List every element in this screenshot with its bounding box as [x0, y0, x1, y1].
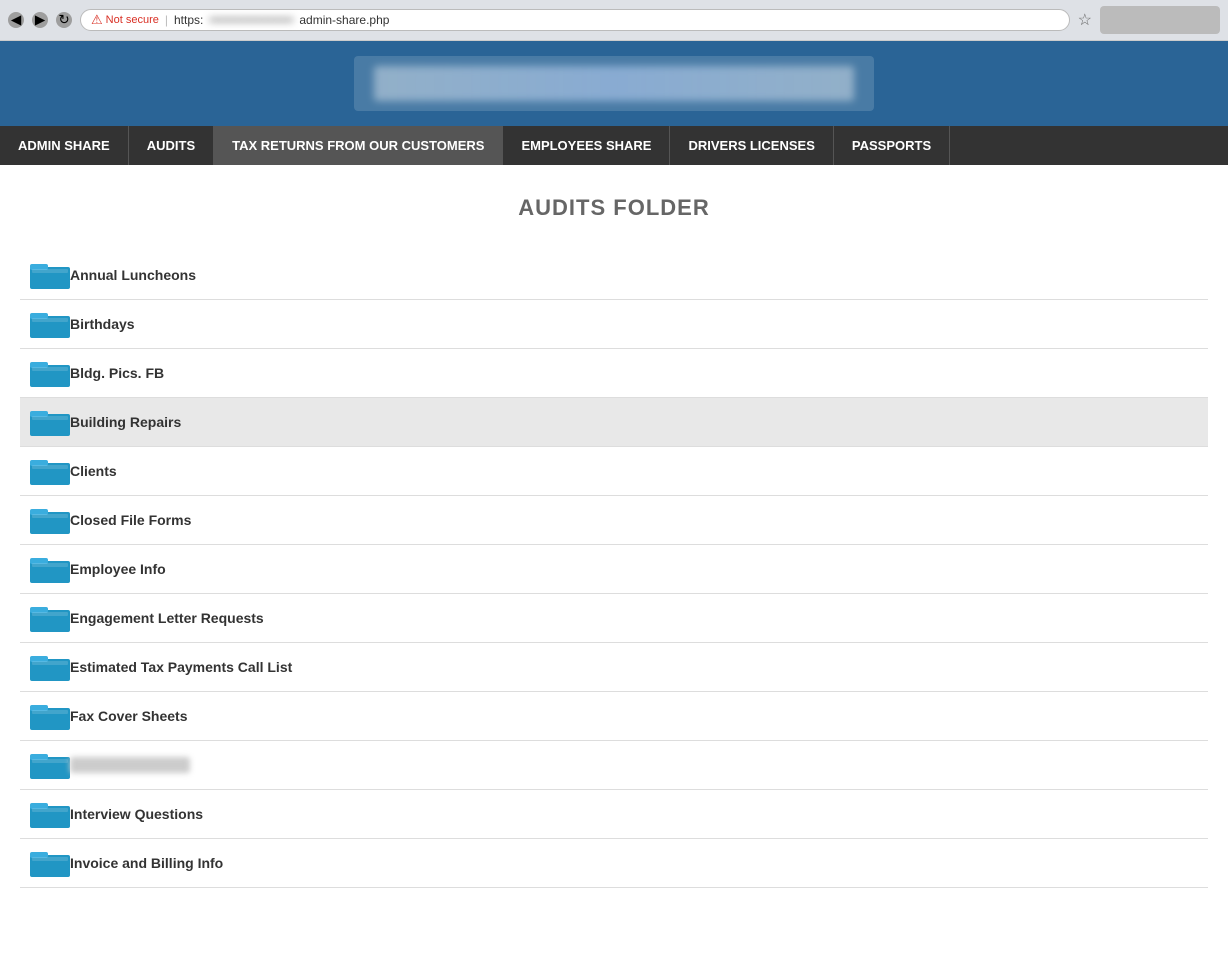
folder-icon: [30, 357, 70, 389]
url-prefix: https:: [174, 13, 203, 27]
main-content: AUDITS FOLDER Annual Luncheons Birthdays B…: [0, 165, 1228, 918]
folder-name: Closed File Forms: [70, 512, 191, 528]
nav-item-admin-share[interactable]: ADMIN SHARE: [0, 126, 129, 165]
nav-item-audits[interactable]: AUDITS: [129, 126, 214, 165]
folder-name: Fax Cover Sheets: [70, 708, 188, 724]
folder-name: Invoice and Billing Info: [70, 855, 223, 871]
folder-list: Annual Luncheons Birthdays Bldg. Pics. FB B…: [20, 251, 1208, 888]
site-header: [0, 41, 1228, 126]
list-item[interactable]: [20, 741, 1208, 790]
folder-name: Engagement Letter Requests: [70, 610, 264, 626]
list-item[interactable]: Bldg. Pics. FB: [20, 349, 1208, 398]
page-title: AUDITS FOLDER: [20, 195, 1208, 221]
list-item[interactable]: Fax Cover Sheets: [20, 692, 1208, 741]
folder-icon: [30, 308, 70, 340]
profile-area: [1100, 6, 1220, 34]
folder-name: Clients: [70, 463, 117, 479]
folder-icon: [30, 651, 70, 683]
folder-icon: [30, 749, 70, 781]
folder-icon: [30, 798, 70, 830]
folder-name: Estimated Tax Payments Call List: [70, 659, 292, 675]
url-path: admin-share.php: [299, 13, 389, 27]
nav-item-employees-share[interactable]: EMPLOYEES SHARE: [503, 126, 670, 165]
logo-image-blurred: [374, 66, 854, 101]
list-item[interactable]: Clients: [20, 447, 1208, 496]
site-logo: [354, 56, 874, 111]
list-item[interactable]: Closed File Forms: [20, 496, 1208, 545]
list-item[interactable]: Invoice and Billing Info: [20, 839, 1208, 888]
list-item[interactable]: Interview Questions: [20, 790, 1208, 839]
folder-icon: [30, 602, 70, 634]
folder-icon: [30, 553, 70, 585]
list-item[interactable]: Building Repairs: [20, 398, 1208, 447]
folder-icon: [30, 455, 70, 487]
folder-name: Annual Luncheons: [70, 267, 196, 283]
folder-name: Bldg. Pics. FB: [70, 365, 164, 381]
separator: |: [165, 13, 168, 27]
nav-item-drivers-licenses[interactable]: DRIVERS LICENSES: [670, 126, 833, 165]
folder-icon: [30, 700, 70, 732]
list-item[interactable]: Birthdays: [20, 300, 1208, 349]
not-secure-indicator: ⚠ Not secure: [91, 12, 159, 28]
folder-name: Birthdays: [70, 316, 135, 332]
reload-button[interactable]: ↻: [56, 12, 72, 28]
nav-item-tax-returns[interactable]: TAX RETURNS FROM OUR CUSTOMERS: [214, 126, 503, 165]
folder-name-blurred: [70, 757, 190, 773]
list-item[interactable]: Engagement Letter Requests: [20, 594, 1208, 643]
back-button[interactable]: ◀: [8, 12, 24, 28]
address-bar[interactable]: ⚠ Not secure | https: ••••••••••••••••••…: [80, 9, 1070, 31]
list-item[interactable]: Estimated Tax Payments Call List: [20, 643, 1208, 692]
list-item[interactable]: Employee Info: [20, 545, 1208, 594]
folder-name: Building Repairs: [70, 414, 181, 430]
nav-item-passports[interactable]: PASSPORTS: [834, 126, 950, 165]
browser-chrome: ◀ ▶ ↻ ⚠ Not secure | https: ••••••••••••…: [0, 0, 1228, 41]
main-nav: ADMIN SHARE AUDITS TAX RETURNS FROM OUR …: [0, 126, 1228, 165]
list-item[interactable]: Annual Luncheons: [20, 251, 1208, 300]
bookmark-button[interactable]: ☆: [1078, 10, 1092, 30]
folder-name: Employee Info: [70, 561, 166, 577]
warning-icon: ⚠: [91, 12, 103, 28]
folder-icon: [30, 259, 70, 291]
page-wrapper: ADMIN SHARE AUDITS TAX RETURNS FROM OUR …: [0, 41, 1228, 966]
folder-name: Interview Questions: [70, 806, 203, 822]
folder-icon: [30, 504, 70, 536]
not-secure-label: Not secure: [106, 14, 159, 26]
forward-button[interactable]: ▶: [32, 12, 48, 28]
url-domain-blurred: ••••••••••••••••••••: [209, 13, 293, 27]
folder-icon: [30, 406, 70, 438]
folder-icon: [30, 847, 70, 879]
